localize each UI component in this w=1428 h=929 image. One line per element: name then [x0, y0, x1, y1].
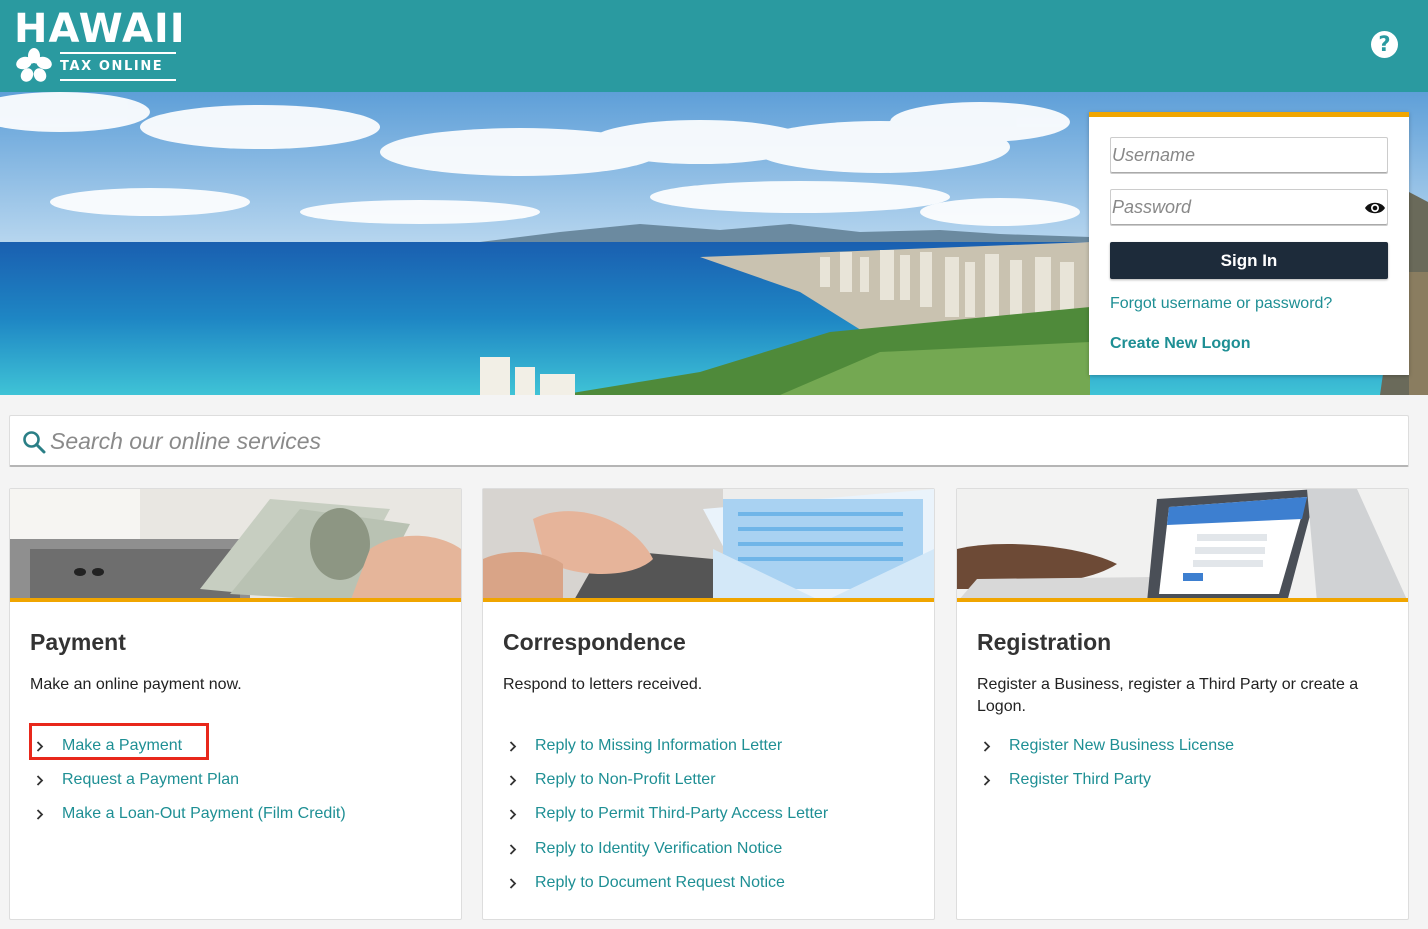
password-input[interactable] [1110, 189, 1388, 226]
eye-icon[interactable] [1364, 201, 1386, 215]
chevron-right-icon [509, 775, 517, 786]
correspondence-card-description: Respond to letters received. [503, 676, 703, 693]
chevron-right-icon [983, 775, 991, 786]
payment-card-image [10, 489, 461, 602]
chevron-right-icon [983, 741, 991, 752]
registration-card: Registration Register a Business, regist… [956, 488, 1409, 920]
site-header: HAWAII TAX ONLINE ? [0, 0, 1428, 92]
search-input[interactable] [50, 424, 1390, 458]
search-icon [23, 431, 46, 454]
registration-card-title: Registration [977, 629, 1112, 655]
payment-card-title: Payment [30, 629, 126, 655]
registration-card-image [957, 489, 1408, 602]
register-third-party-link[interactable]: Register Third Party [1009, 770, 1151, 790]
reply-third-party-access-link[interactable]: Reply to Permit Third-Party Access Lette… [535, 804, 828, 824]
site-logo[interactable]: HAWAII TAX ONLINE [14, 8, 194, 84]
create-logon-link[interactable]: Create New Logon [1110, 335, 1250, 353]
login-panel: Sign In Forgot username or password? Cre… [1089, 112, 1409, 375]
chevron-right-icon [36, 809, 44, 821]
chevron-right-icon [36, 775, 44, 786]
reply-identity-verification-link[interactable]: Reply to Identity Verification Notice [535, 839, 782, 859]
payment-card: Payment Make an online payment now. Make… [9, 488, 462, 920]
registration-card-description: Register a Business, register a Third Pa… [977, 676, 1359, 715]
username-input[interactable] [1110, 137, 1388, 174]
reply-non-profit-link[interactable]: Reply to Non-Profit Letter [535, 770, 716, 790]
forgot-credentials-link[interactable]: Forgot username or password? [1110, 295, 1332, 313]
chevron-right-icon [36, 741, 44, 752]
chevron-right-icon [509, 843, 517, 855]
correspondence-card: Correspondence Respond to letters receiv… [482, 488, 935, 920]
chevron-right-icon [509, 878, 517, 889]
logo-title: HAWAII [14, 6, 186, 52]
loan-out-payment-link[interactable]: Make a Loan-Out Payment (Film Credit) [62, 804, 346, 824]
chevron-right-icon [509, 741, 517, 752]
reply-document-request-link[interactable]: Reply to Document Request Notice [535, 873, 785, 893]
logo-subtitle: TAX ONLINE [60, 52, 176, 81]
correspondence-card-image [483, 489, 934, 602]
hibiscus-icon [16, 48, 52, 82]
chevron-right-icon [509, 809, 517, 821]
reply-missing-info-link[interactable]: Reply to Missing Information Letter [535, 736, 782, 756]
register-business-license-link[interactable]: Register New Business License [1009, 736, 1234, 756]
correspondence-card-title: Correspondence [503, 629, 686, 655]
sign-in-button[interactable]: Sign In [1110, 242, 1388, 279]
payment-card-description: Make an online payment now. [30, 676, 242, 693]
help-icon[interactable]: ? [1371, 31, 1398, 58]
service-search [9, 415, 1409, 467]
make-payment-link[interactable]: Make a Payment [62, 736, 182, 756]
request-payment-plan-link[interactable]: Request a Payment Plan [62, 770, 239, 790]
